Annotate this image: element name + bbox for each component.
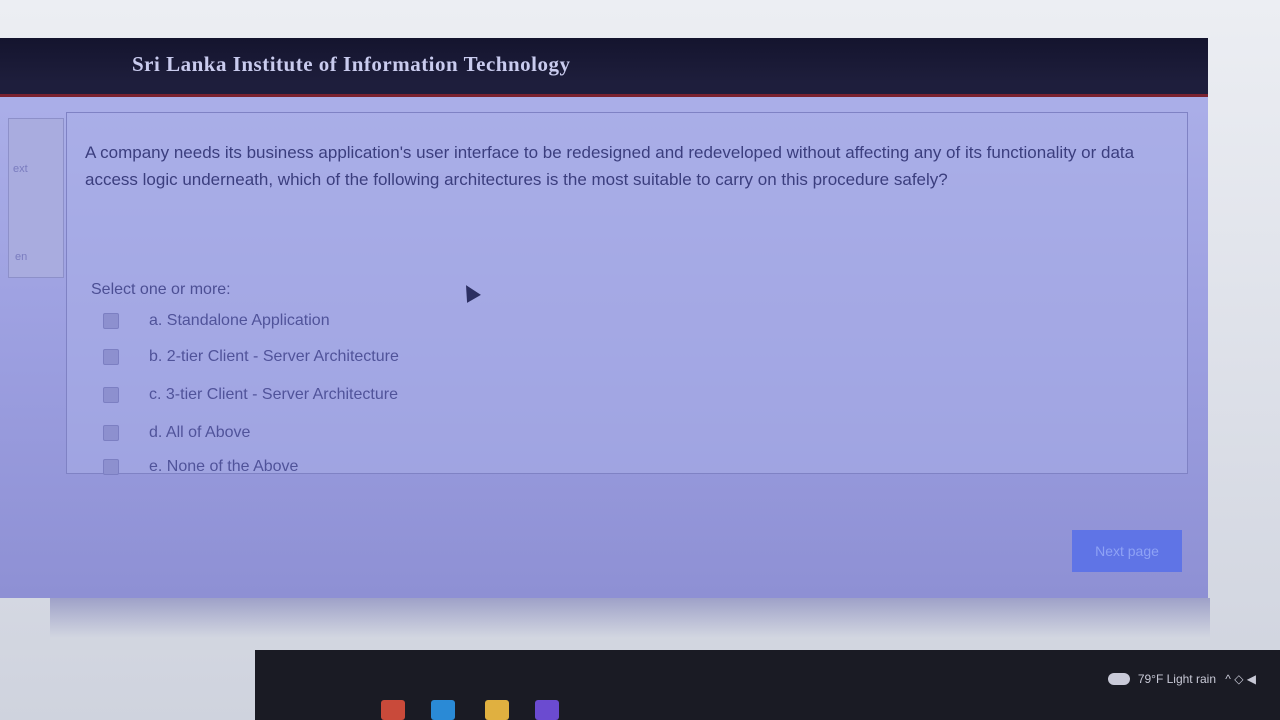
system-tray[interactable]: ^ ◇ ◀ — [1225, 672, 1256, 686]
left-panel-label-2: en — [15, 251, 28, 263]
option-b[interactable]: b. 2-tier Client - Server Architecture — [103, 345, 399, 369]
option-label: a. Standalone Application — [149, 312, 330, 329]
site-title: Sri Lanka Institute of Information Techn… — [132, 52, 571, 76]
checkbox[interactable] — [103, 459, 119, 475]
weather-widget[interactable]: 79°F Light rain — [1107, 672, 1216, 686]
option-label: b. 2-tier Client - Server Architecture — [149, 348, 399, 365]
browser-screen: Sri Lanka Institute of Information Techn… — [0, 38, 1208, 598]
taskbar: 79°F Light rain ^ ◇ ◀ — [255, 650, 1280, 720]
site-header: Sri Lanka Institute of Information Techn… — [0, 38, 1208, 97]
monitor-bezel — [50, 598, 1210, 638]
edge-icon[interactable] — [431, 700, 455, 720]
checkbox[interactable] — [103, 349, 119, 365]
option-label: d. All of Above — [149, 424, 251, 441]
app-icon[interactable] — [535, 700, 559, 720]
checkbox[interactable] — [103, 425, 119, 441]
checkbox[interactable] — [103, 313, 119, 329]
left-nav-panel: ext en — [8, 118, 64, 278]
option-label: e. None of the Above — [149, 458, 299, 475]
answer-prompt: Select one or more: — [91, 281, 231, 298]
option-d[interactable]: d. All of Above — [103, 421, 250, 445]
question-text: A company needs its business application… — [85, 143, 1135, 189]
file-explorer-icon[interactable] — [485, 700, 509, 720]
chrome-icon[interactable] — [381, 700, 405, 720]
option-a[interactable]: a. Standalone Application — [103, 309, 330, 333]
option-e[interactable]: e. None of the Above — [103, 457, 298, 477]
checkbox[interactable] — [103, 387, 119, 403]
option-c[interactable]: c. 3-tier Client - Server Architecture — [103, 383, 398, 407]
rain-cloud-icon — [1107, 673, 1130, 685]
next-page-button[interactable]: Next page — [1072, 530, 1182, 572]
weather-text: 79°F Light rain — [1137, 672, 1216, 686]
left-panel-label: ext — [13, 163, 28, 175]
option-label: c. 3-tier Client - Server Architecture — [149, 386, 398, 403]
question-card: A company needs its business application… — [66, 112, 1188, 477]
